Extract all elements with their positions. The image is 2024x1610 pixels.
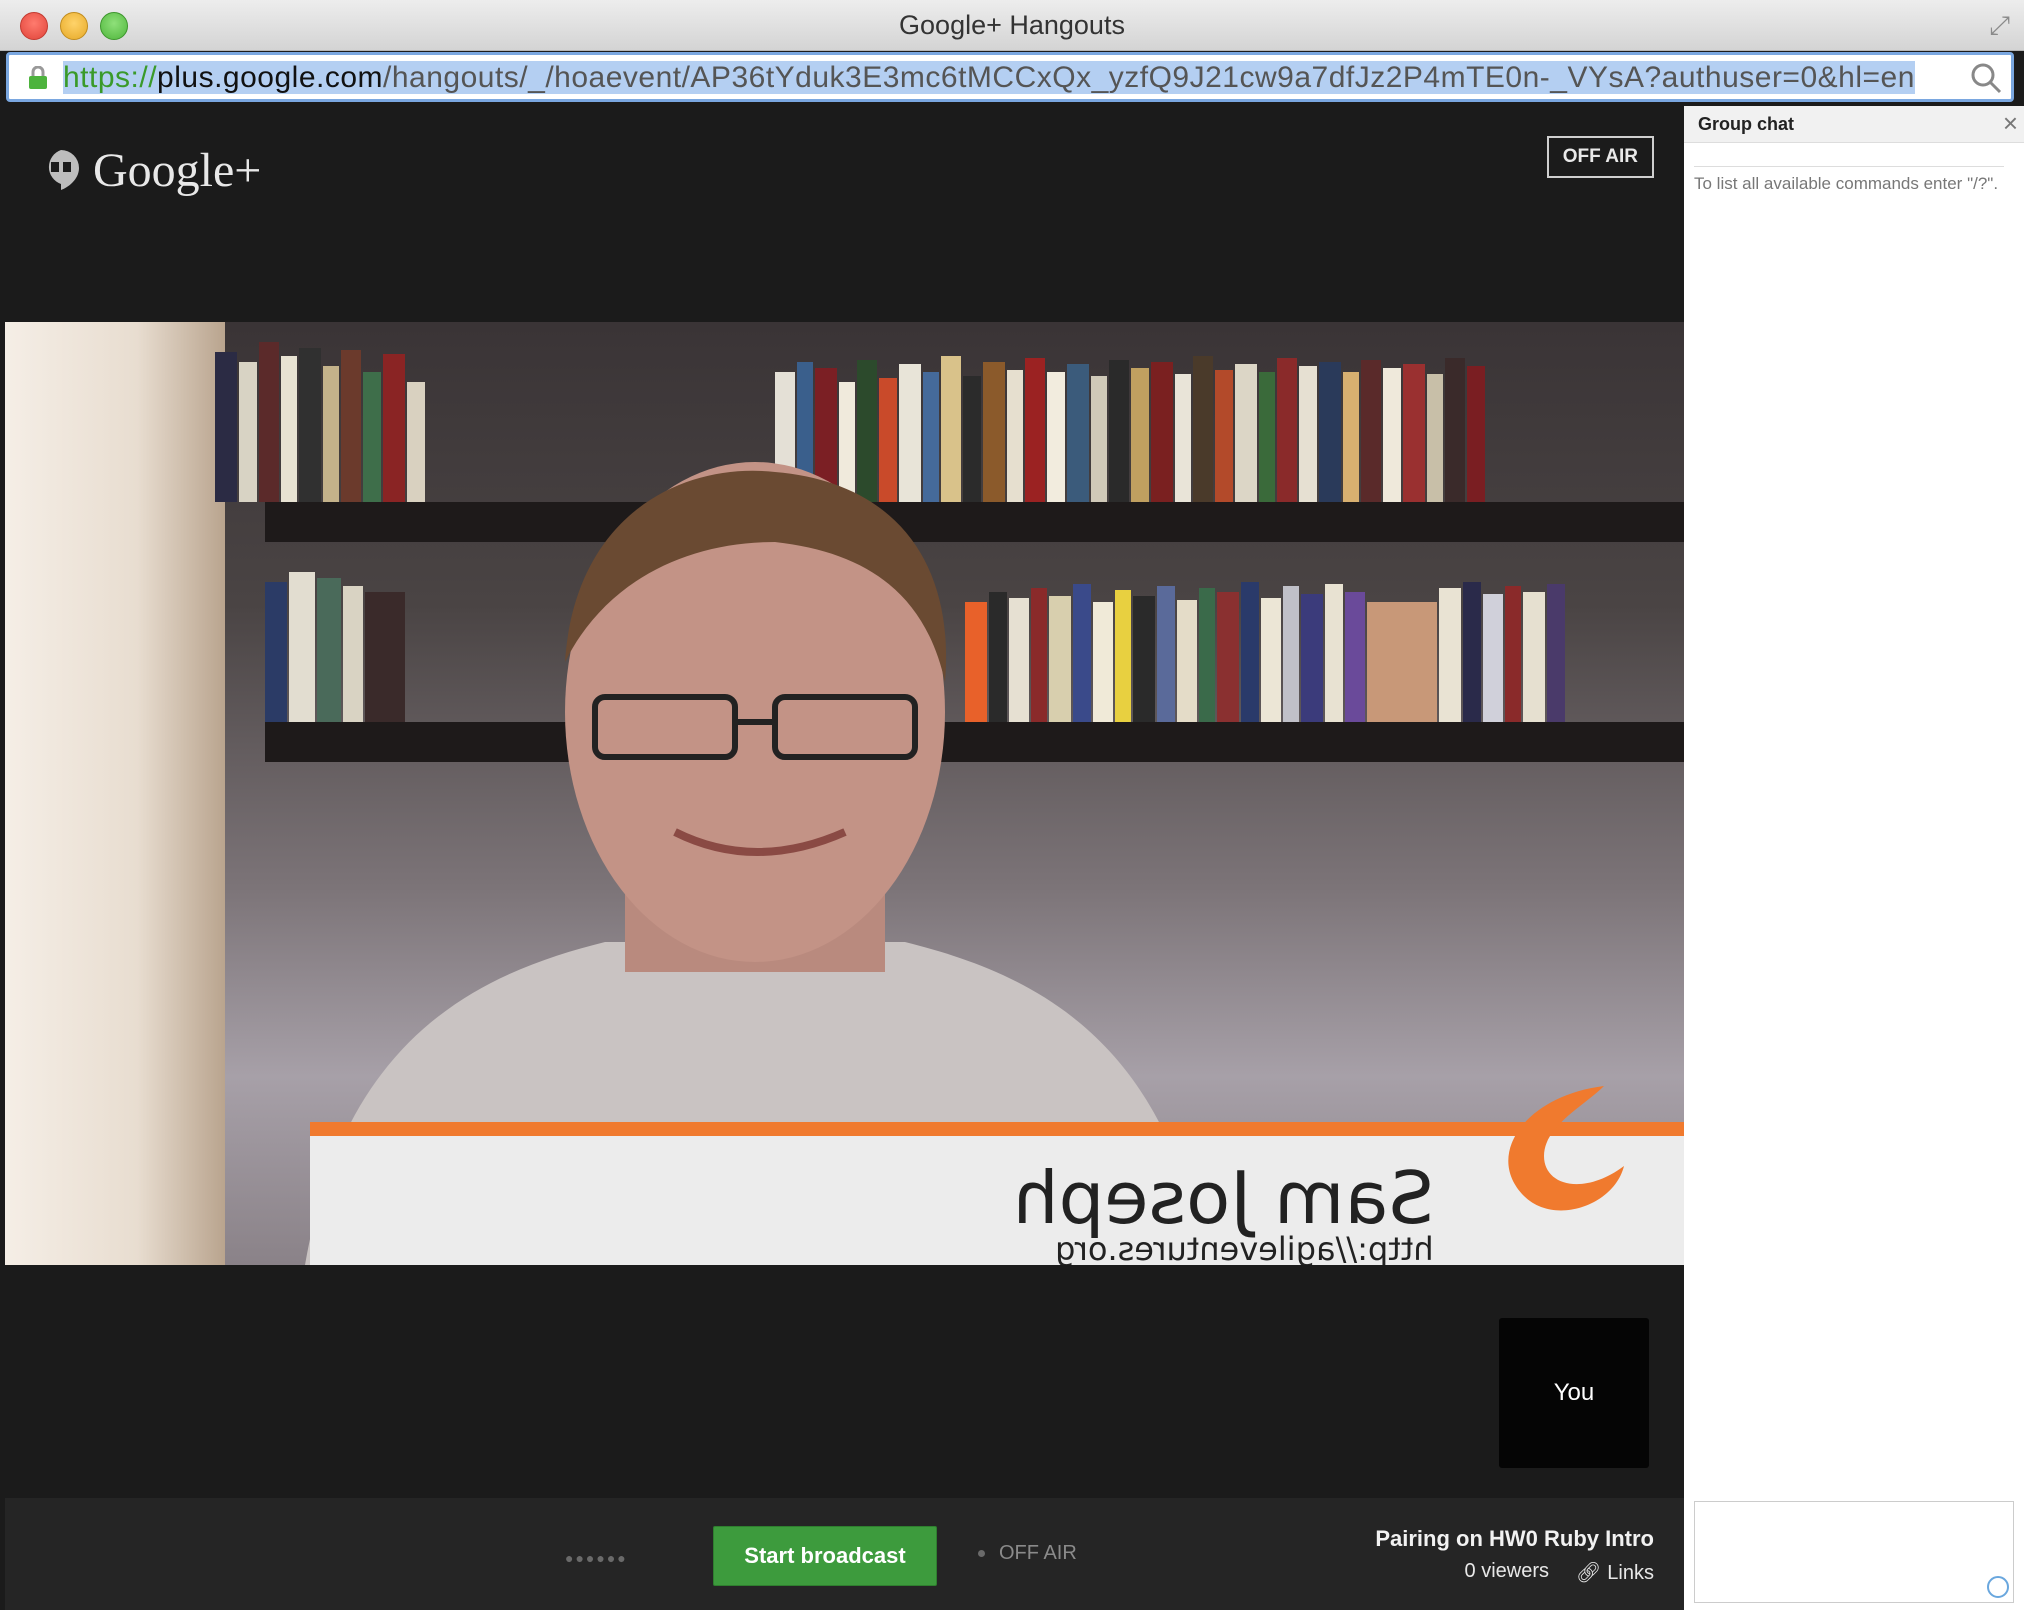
link-icon: 🔗︎	[1575, 1562, 1602, 1584]
google-plus-logo: Google+	[41, 140, 261, 200]
start-broadcast-button[interactable]: Start broadcast	[713, 1526, 937, 1586]
search-icon[interactable]	[1969, 61, 2003, 95]
chat-title: Group chat	[1698, 114, 1795, 134]
status-dot-icon	[978, 1550, 985, 1558]
chat-header: Group chat ×	[1684, 106, 2024, 143]
main-video-feed: Sam Joseph http://agileventures.org	[5, 322, 1684, 1265]
group-chat-panel: Group chat × To list all available comma…	[1684, 106, 2024, 1610]
chat-help-text: To list all available commands enter "/?…	[1694, 166, 2004, 195]
close-icon[interactable]: ×	[2003, 108, 2018, 139]
window-titlebar: Google+ Hangouts ⤢	[0, 0, 2024, 51]
presenter-url: http://agileventures.org	[1055, 1230, 1434, 1265]
lower-third-banner: Sam Joseph http://agileventures.org	[310, 1086, 1684, 1265]
agileventures-logo	[1508, 1086, 1624, 1211]
viewer-count: 0 viewers	[1464, 1560, 1549, 1582]
url-text[interactable]: https://plus.google.com/hangouts/_/hoaev…	[63, 61, 1915, 95]
broadcast-status-text: OFF AIR	[999, 1542, 1077, 1564]
emoji-icon[interactable]	[1987, 1576, 2009, 1598]
url-path: /hangouts/_/hoaevent/AP36tYduk3E3mc6tMCC…	[383, 61, 1915, 94]
broadcast-status: OFF AIR	[978, 1542, 1077, 1565]
fullscreen-icon[interactable]: ⤢	[1989, 10, 2010, 42]
url-host: plus.google.com	[157, 61, 384, 94]
links-label: Links	[1607, 1562, 1654, 1584]
chat-message-input[interactable]	[1694, 1501, 2014, 1603]
event-title[interactable]: Pairing on HW0 Ruby Intro	[1375, 1526, 1654, 1552]
presenter-name: Sam Joseph	[1012, 1156, 1434, 1240]
hangout-stage: Google+ OFF AIR Sam Joseph http://agilev…	[5, 106, 1684, 1610]
logo-text: Google+	[93, 143, 262, 197]
address-bar[interactable]: https://plus.google.com/hangouts/_/hoaev…	[6, 52, 2014, 102]
url-scheme: https://	[63, 61, 158, 94]
hangouts-icon	[48, 150, 79, 190]
status-badge: OFF AIR	[1546, 136, 1654, 178]
self-tile-label: You	[1553, 1379, 1595, 1406]
loading-dots-icon: ●●●●●●	[565, 1550, 628, 1566]
lock-icon	[29, 66, 47, 89]
self-video-tile[interactable]: You	[1499, 1318, 1649, 1468]
broadcast-toolbar: ●●●●●● Start broadcast OFF AIR Pairing o…	[5, 1498, 1684, 1610]
window-title: Google+ Hangouts	[899, 10, 1125, 40]
window-light	[5, 322, 225, 1265]
links-button[interactable]: 🔗︎ Links	[1576, 1560, 1654, 1585]
